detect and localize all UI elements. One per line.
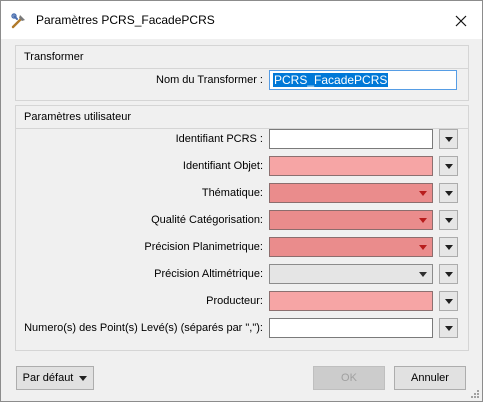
thematique-menu-button[interactable] bbox=[439, 183, 458, 203]
resize-grip-icon[interactable] bbox=[470, 389, 480, 399]
group-divider bbox=[16, 68, 468, 69]
identifiant-objet-menu-button[interactable] bbox=[439, 156, 458, 176]
param-label-thematique: Thématique: bbox=[201, 187, 263, 199]
default-button-label: Par défaut bbox=[22, 372, 74, 384]
default-button[interactable]: Par défaut bbox=[16, 366, 94, 390]
chevron-down-icon bbox=[79, 375, 88, 381]
transformer-icon bbox=[10, 12, 28, 30]
precision-planimetrique-dropdown[interactable] bbox=[269, 237, 433, 257]
close-icon bbox=[455, 15, 467, 27]
title-bar[interactable]: Paramètres PCRS_FacadePCRS bbox=[1, 1, 482, 39]
ok-button[interactable]: OK bbox=[313, 366, 385, 390]
cancel-button[interactable]: Annuler bbox=[394, 366, 466, 390]
window-title: Paramètres PCRS_FacadePCRS bbox=[36, 13, 215, 27]
precision-altimetrique-menu-button[interactable] bbox=[439, 264, 458, 284]
chevron-down-icon bbox=[445, 191, 453, 196]
user-params-group-title: Paramètres utilisateur bbox=[24, 111, 131, 123]
dropdown-arrow-icon bbox=[419, 191, 427, 196]
param-label-precision-altimetrique: Précision Altimétrique: bbox=[154, 268, 263, 280]
close-button[interactable] bbox=[447, 9, 475, 33]
transformer-name-label: Nom du Transformer : bbox=[156, 74, 263, 86]
identifiant-pcrs-field[interactable] bbox=[269, 129, 433, 149]
chevron-down-icon bbox=[445, 272, 453, 277]
precision-altimetrique-dropdown[interactable] bbox=[269, 264, 433, 284]
param-label-identifiant-pcrs: Identifiant PCRS : bbox=[175, 133, 263, 145]
param-label-identifiant-objet: Identifiant Objet: bbox=[182, 160, 263, 172]
chevron-down-icon bbox=[445, 299, 453, 304]
transformer-group-title: Transformer bbox=[24, 51, 84, 63]
numeros-points-leves-menu-button[interactable] bbox=[439, 318, 458, 338]
param-label-qualite-categorisation: Qualité Catégorisation: bbox=[151, 214, 263, 226]
dropdown-arrow-icon bbox=[419, 245, 427, 250]
precision-planimetrique-menu-button[interactable] bbox=[439, 237, 458, 257]
transformer-name-input[interactable]: PCRS_FacadePCRS bbox=[269, 70, 457, 90]
chevron-down-icon bbox=[445, 137, 453, 142]
param-label-precision-planimetrique: Précision Planimetrique: bbox=[144, 241, 263, 253]
identifiant-pcrs-menu-button[interactable] bbox=[439, 129, 458, 149]
numeros-points-leves-field[interactable] bbox=[269, 318, 433, 338]
thematique-dropdown[interactable] bbox=[269, 183, 433, 203]
chevron-down-icon bbox=[445, 245, 453, 250]
dropdown-arrow-icon bbox=[419, 218, 427, 223]
qualite-categorisation-dropdown[interactable] bbox=[269, 210, 433, 230]
chevron-down-icon bbox=[445, 164, 453, 169]
param-label-producteur: Producteur: bbox=[206, 295, 263, 307]
transformer-name-value: PCRS_FacadePCRS bbox=[273, 73, 389, 87]
chevron-down-icon bbox=[445, 218, 453, 223]
qualite-categorisation-menu-button[interactable] bbox=[439, 210, 458, 230]
identifiant-objet-field[interactable] bbox=[269, 156, 433, 176]
producteur-field[interactable] bbox=[269, 291, 433, 311]
dialog-window: Paramètres PCRS_FacadePCRS Transformer N… bbox=[0, 0, 483, 402]
param-label-numeros-points-leves: Numero(s) des Point(s) Levé(s) (séparés … bbox=[24, 322, 263, 334]
dropdown-arrow-icon bbox=[419, 272, 427, 277]
chevron-down-icon bbox=[445, 326, 453, 331]
producteur-menu-button[interactable] bbox=[439, 291, 458, 311]
